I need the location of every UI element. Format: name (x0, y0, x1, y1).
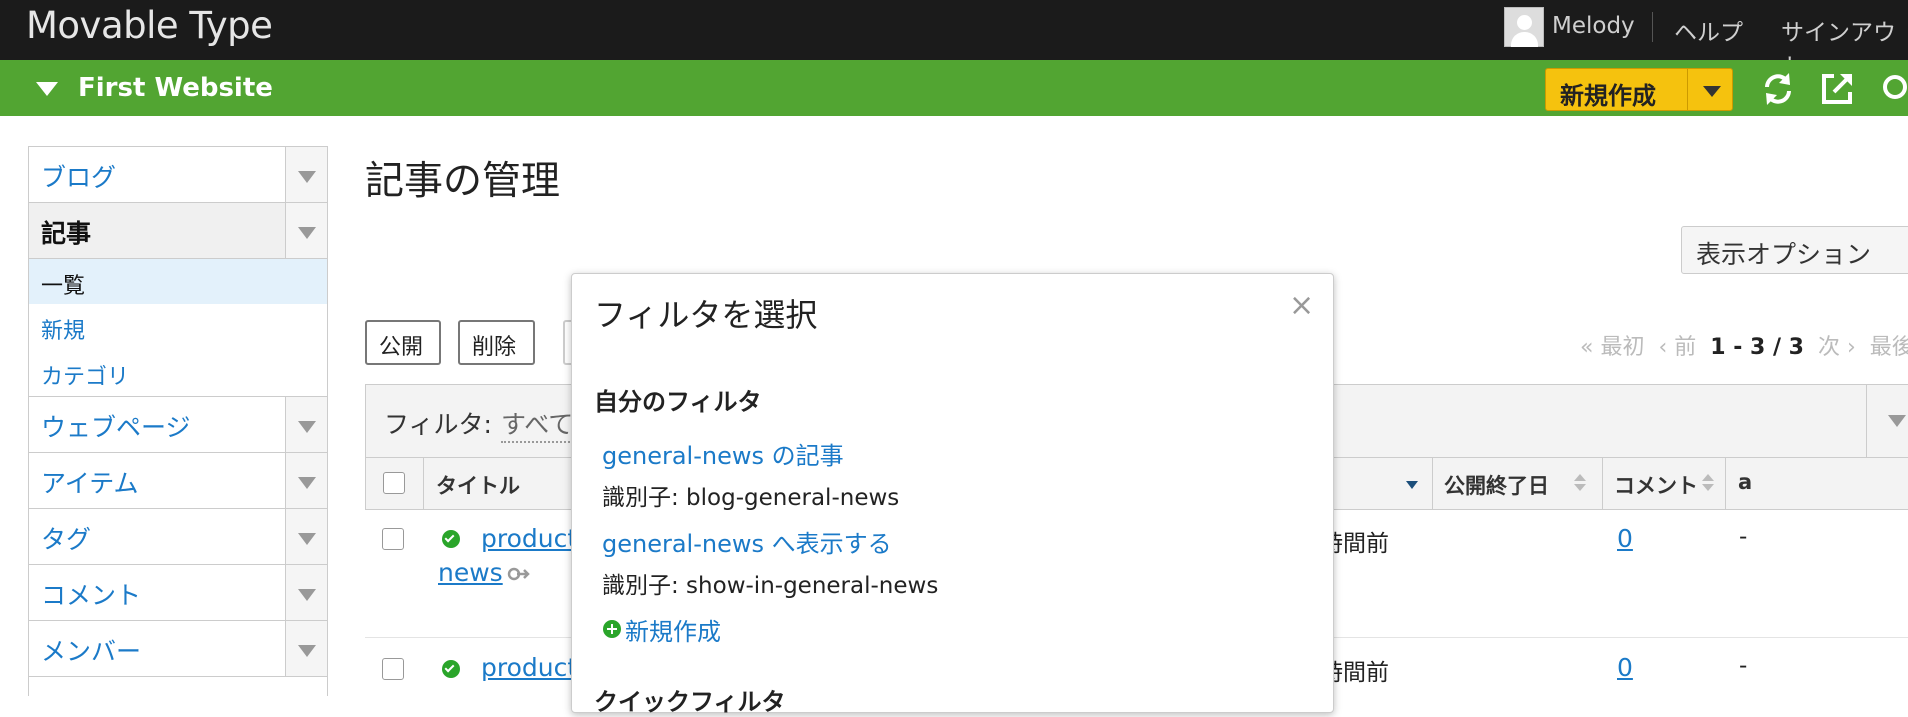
rebuild-icon[interactable] (1759, 70, 1797, 108)
create-new-button[interactable]: 新規作成 (1545, 68, 1733, 111)
add-icon[interactable] (603, 620, 621, 638)
sidebar-item-label: カテゴリ (41, 365, 130, 390)
page-title: 記事の管理 (365, 159, 561, 204)
sidebar-item-label: アイテム (41, 469, 139, 498)
pager-prev[interactable]: ‹ 前 (1658, 335, 1696, 360)
entry-title-link[interactable]: product (481, 653, 577, 682)
pager-range: 1 - 3 / 3 (1710, 335, 1804, 360)
pager-first[interactable]: « 最初 (1580, 335, 1644, 360)
column-unpublish-date[interactable]: 公開終了日 (1444, 470, 1549, 500)
delete-label: 削除 (472, 335, 517, 360)
extra-cell: - (1739, 653, 1748, 679)
row-checkbox[interactable] (382, 658, 404, 680)
sidebar-item-label: 記事 (41, 219, 92, 248)
chevron-down-icon[interactable] (285, 147, 327, 202)
extra-cell: - (1739, 524, 1748, 550)
sidebar-item-tags[interactable]: タグ (28, 508, 328, 564)
published-status-icon (442, 530, 460, 548)
create-new-label: 新規作成 (1560, 82, 1656, 110)
my-filters-heading: 自分のフィルタ (594, 388, 762, 416)
chevron-down-icon[interactable] (285, 453, 327, 508)
sort-up-icon (1574, 474, 1586, 481)
sort-down-icon (1574, 484, 1586, 491)
column-comments[interactable]: コメント (1614, 470, 1698, 500)
filter-label: フィルタ: (384, 410, 492, 439)
sidebar-item-label: タグ (41, 525, 92, 554)
comment-count-link[interactable]: 0 (1617, 653, 1633, 682)
close-icon[interactable]: × (1289, 288, 1314, 323)
row-checkbox[interactable] (382, 528, 404, 550)
quick-filters-heading: クイックフィルタ (594, 688, 786, 716)
sidebar-item-pages[interactable]: ウェブページ (28, 396, 328, 452)
filter-select-dialog: フィルタを選択 × 自分のフィルタ general-news の記事 識別子: … (571, 273, 1334, 716)
comment-count-link[interactable]: 0 (1617, 524, 1633, 553)
sidebar-subitem-list[interactable]: 一覧 (28, 258, 328, 304)
pagination: « 最初 ‹ 前 1 - 3 / 3 次 › 最後 » (1580, 329, 1908, 361)
sidebar-item-label: メンバー (41, 637, 142, 666)
chevron-down-icon[interactable] (285, 509, 327, 564)
chevron-down-icon[interactable] (285, 565, 327, 620)
sidebar-item-entries[interactable]: 記事 (28, 202, 328, 258)
sidebar-item-label: ウェブページ (41, 413, 191, 442)
chevron-down-icon[interactable] (285, 621, 327, 676)
filter-link[interactable]: general-news の記事 (602, 436, 844, 471)
dialog-title: フィルタを選択 (594, 296, 818, 334)
view-options-label: 表示オプション (1696, 240, 1872, 269)
delete-button[interactable]: 削除 (458, 320, 535, 365)
filter-link[interactable]: general-news へ表示する (602, 524, 892, 559)
top-bar: Movable Type Melody ヘルプ サインアウト (0, 0, 1908, 80)
sidebar-item-blog[interactable]: ブログ (28, 146, 328, 202)
entry-title-link[interactable]: news (438, 558, 503, 587)
publish-button[interactable]: 公開 (365, 320, 441, 365)
pager-last[interactable]: 最後 » (1870, 335, 1908, 360)
column-title[interactable]: タイトル (436, 470, 520, 500)
sidebar-item-assets[interactable]: アイテム (28, 452, 328, 508)
divider (1652, 12, 1653, 42)
publish-label: 公開 (379, 335, 424, 360)
external-link-icon[interactable] (507, 565, 531, 583)
sidebar-item-comments[interactable]: コメント (28, 564, 328, 620)
search-icon[interactable] (1876, 70, 1908, 108)
help-link[interactable]: ヘルプ (1674, 13, 1743, 47)
filter-identifier: 識別子: show-in-general-news (602, 573, 939, 599)
avatar[interactable] (1504, 7, 1544, 47)
sidebar-item-label: コメント (41, 581, 142, 610)
filter-identifier: 識別子: blog-general-news (602, 485, 900, 511)
published-status-icon (442, 660, 460, 678)
chevron-down-icon[interactable] (285, 203, 327, 258)
view-site-icon[interactable] (1818, 70, 1856, 108)
view-options-button[interactable]: 表示オプション (1681, 226, 1908, 274)
app-logo[interactable]: Movable Type (26, 4, 273, 47)
sidebar-item-label: 一覧 (41, 274, 86, 299)
filter-select[interactable]: すべて (501, 405, 574, 443)
sidebar-item-members[interactable]: メンバー (28, 620, 328, 676)
site-name[interactable]: First Website (78, 73, 273, 103)
sidebar-item-label: 新規 (41, 319, 86, 344)
sort-desc-icon[interactable] (1406, 481, 1418, 489)
chevron-down-icon[interactable] (1888, 415, 1906, 427)
sort-up-icon (1702, 474, 1714, 481)
new-filter-link[interactable]: 新規作成 (625, 612, 721, 647)
sidebar-subitem-categories[interactable]: カテゴリ (28, 350, 328, 396)
select-all-checkbox[interactable] (383, 472, 405, 494)
entry-title-link[interactable]: product (481, 524, 577, 553)
sidebar-subitem-new[interactable]: 新規 (28, 304, 328, 350)
chevron-down-icon[interactable] (1703, 86, 1721, 97)
site-menu-toggle-icon[interactable] (36, 82, 58, 96)
column-extra[interactable]: a (1738, 470, 1752, 494)
user-name-link[interactable]: Melody (1552, 13, 1635, 39)
pager-next[interactable]: 次 › (1818, 335, 1856, 360)
sidebar-item-label: ブログ (41, 163, 117, 192)
sidebar-item-more[interactable] (28, 676, 328, 696)
chevron-down-icon[interactable] (285, 397, 327, 452)
sidebar: ブログ 記事 一覧 新規 カテゴリ ウェブページ アイテム タグ コメント メン… (28, 146, 328, 696)
sort-down-icon (1702, 484, 1714, 491)
